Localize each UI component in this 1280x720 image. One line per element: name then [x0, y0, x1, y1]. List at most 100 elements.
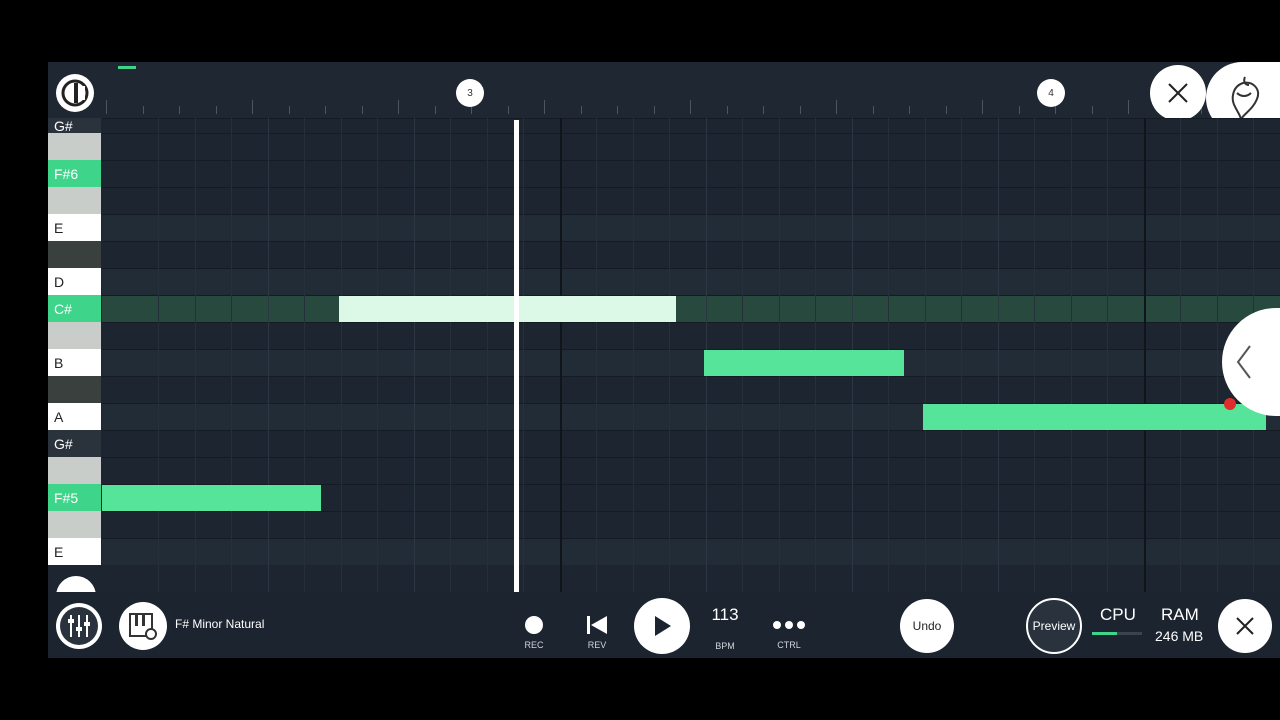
grid-column-line	[486, 118, 488, 592]
grid-row	[102, 430, 1280, 457]
close-piano-roll-button[interactable]	[1150, 65, 1206, 121]
rewind-icon	[587, 616, 607, 634]
piano-key-1[interactable]	[48, 133, 101, 160]
note-0[interactable]	[339, 296, 676, 322]
piano-key-8[interactable]	[48, 322, 101, 349]
grid-row-line	[102, 457, 1280, 458]
grid-row	[102, 295, 1280, 322]
piano-key-16[interactable]: E	[48, 538, 101, 565]
ruler-tick	[982, 100, 983, 114]
grid-row-line	[102, 511, 1280, 512]
grid-row-line	[102, 118, 1280, 119]
grid-row-line	[102, 133, 1280, 134]
bar-marker-3[interactable]: 3	[456, 79, 484, 107]
bpm-label: BPM	[715, 641, 735, 651]
ruler-tick	[836, 100, 837, 114]
piano-key-11[interactable]: A	[48, 403, 101, 430]
grid-row-line	[102, 187, 1280, 188]
grid-row-line	[102, 376, 1280, 377]
tempo-value[interactable]: 113	[703, 605, 747, 625]
bar-marker-4[interactable]: 4	[1037, 79, 1065, 107]
grid-row	[102, 118, 1280, 133]
grid-column-line	[1070, 118, 1072, 592]
piano-key-4[interactable]: E	[48, 214, 101, 241]
close-icon	[1168, 83, 1188, 103]
grid-column-line	[961, 118, 962, 592]
grid-column-line	[450, 118, 451, 592]
record-dot	[1224, 398, 1236, 410]
ruler-tick	[799, 106, 801, 114]
ruler-tick	[690, 100, 691, 114]
piano-key-3[interactable]	[48, 187, 101, 214]
ruler-tick	[1055, 106, 1056, 114]
ruler-tick	[544, 100, 545, 114]
grid-row	[102, 160, 1280, 187]
piano-key-10[interactable]	[48, 376, 101, 403]
play-button[interactable]	[634, 598, 690, 654]
note-grid[interactable]	[102, 118, 1280, 592]
scale-name[interactable]: F# Minor Natural	[175, 617, 264, 631]
note-2[interactable]	[923, 404, 1266, 430]
grid-row	[102, 133, 1280, 160]
grid-column-line	[632, 118, 634, 592]
grid-row-line	[102, 214, 1280, 215]
cpu-meter	[1092, 632, 1142, 635]
piano-key-9[interactable]: B	[48, 349, 101, 376]
ruler-tick	[763, 106, 764, 114]
playhead[interactable]	[514, 120, 519, 594]
piano-settings-button[interactable]	[119, 602, 167, 650]
grid-row	[102, 511, 1280, 538]
ruler-tick	[945, 106, 947, 114]
ruler-tick	[106, 100, 107, 114]
grid-row-line	[102, 268, 1280, 269]
close-icon	[1236, 617, 1254, 635]
piano-key-6[interactable]: D	[48, 268, 101, 295]
cpu-label: CPU	[1100, 605, 1136, 624]
record-button[interactable]	[525, 616, 543, 634]
bottom-toolbar: F# Minor Natural REC REV 113 BPM CTRL Un…	[48, 592, 1280, 658]
grid-row-line	[102, 538, 1280, 539]
mixer-button[interactable]	[56, 603, 102, 649]
timeline-ruler[interactable]: 3 4	[48, 62, 1280, 134]
app-menu-button[interactable]	[56, 74, 94, 112]
ruler-tick	[325, 106, 326, 114]
piano-roll-app: 3 4 G# F#6 E D C# B A G# F#5 E F# Minor …	[48, 62, 1280, 658]
ram-value: 246 MB	[1155, 628, 1204, 644]
piano-key-14[interactable]: F#5	[48, 484, 101, 511]
note-1[interactable]	[704, 350, 904, 376]
ruler-tick	[872, 106, 874, 114]
ruler-tick	[726, 106, 728, 114]
ctrl-label: CTRL	[777, 640, 801, 650]
close-button[interactable]	[1218, 599, 1272, 653]
ruler-tick	[179, 106, 180, 114]
piano-key-15[interactable]	[48, 511, 101, 538]
note-3[interactable]	[102, 485, 321, 511]
piano-key-2[interactable]: F#6	[48, 160, 101, 187]
piano-keyboard[interactable]: G# F#6 E D C# B A G# F#5 E	[48, 118, 102, 592]
chevron-left-icon	[1236, 345, 1251, 379]
grid-column-line	[231, 118, 232, 592]
piano-settings-icon	[129, 613, 157, 640]
grid-column-line	[559, 118, 562, 592]
rewind-button[interactable]	[585, 614, 609, 641]
piano-key-7[interactable]: C#	[48, 295, 101, 322]
grid-row	[102, 241, 1280, 268]
grid-row-line	[102, 430, 1280, 431]
ruler-tick	[471, 106, 472, 114]
grid-column-line	[997, 118, 999, 592]
grid-column-line	[1034, 118, 1035, 592]
preview-button[interactable]: Preview	[1026, 598, 1082, 654]
grid-column-line	[194, 118, 196, 592]
piano-key-0[interactable]: G#	[48, 118, 101, 134]
undo-button[interactable]: Undo	[900, 599, 954, 653]
piano-key-12[interactable]: G#	[48, 430, 101, 457]
ruler-tick	[1128, 100, 1129, 114]
grid-column-line	[1143, 118, 1146, 592]
grid-row-line	[102, 295, 1280, 296]
ruler-tick	[1018, 106, 1020, 114]
grid-row	[102, 268, 1280, 295]
piano-key-13[interactable]	[48, 457, 101, 484]
ctrl-button[interactable]	[772, 618, 806, 636]
progress-indicator	[118, 66, 136, 69]
piano-key-5[interactable]	[48, 241, 101, 268]
